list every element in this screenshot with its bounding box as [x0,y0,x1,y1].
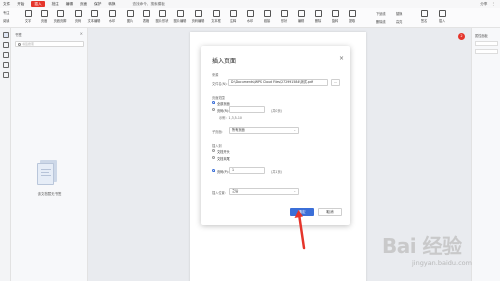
baidu-watermark: Bai 经验 jingyan.baidu.com [382,230,497,278]
watermark-url: jingyan.baidu.com [412,259,472,267]
watermark-logo: Bai 经验 [382,234,462,258]
